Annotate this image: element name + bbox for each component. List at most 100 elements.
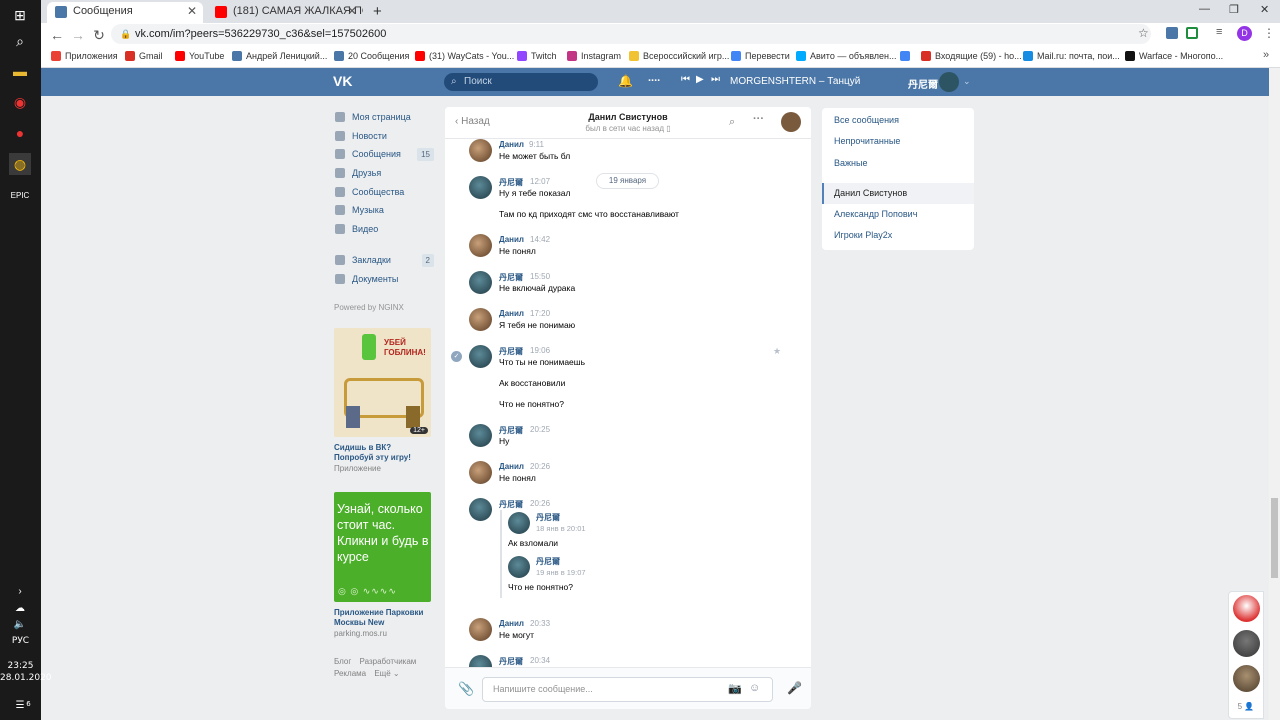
message-time[interactable]: 12:07 — [530, 177, 550, 186]
message-time[interactable]: 15:50 — [530, 272, 550, 281]
clock-time[interactable]: 23:25 — [0, 661, 41, 671]
close-window-icon[interactable]: ✕ — [1260, 3, 1269, 16]
nav-item-video[interactable]: Видео — [334, 220, 434, 239]
tab-messages[interactable]: Сообщения ✕ — [47, 2, 203, 23]
message-time[interactable]: 17:20 — [530, 309, 550, 318]
message-time[interactable]: 19:06 — [530, 346, 550, 355]
avatar[interactable] — [508, 512, 530, 534]
chat-item[interactable]: Александр Попович — [822, 204, 974, 225]
important-star-icon[interactable]: ★ — [773, 346, 781, 357]
message-block[interactable]: Данил 17:20 Я тебя не понимаю — [445, 308, 811, 338]
filter-all-messages[interactable]: Все сообщения — [822, 110, 974, 131]
header-avatar[interactable] — [939, 72, 959, 92]
forwarded-messages[interactable]: 丹尼爾 18 янв в 20:01 Ак взломали 丹尼爾 19 ян… — [500, 510, 700, 598]
extension-icon[interactable] — [1166, 27, 1178, 39]
profile-avatar[interactable]: D — [1237, 26, 1252, 41]
bookmark-item[interactable]: 20 Сообщения — [334, 50, 409, 63]
search-input[interactable]: ⌕ Поиск — [444, 73, 598, 91]
fast-chat-avatar[interactable] — [1233, 595, 1260, 622]
more-bookmarks-icon[interactable]: » — [1263, 49, 1269, 61]
message-time[interactable]: 20:25 — [530, 425, 550, 434]
nav-item-my-page[interactable]: Моя страница — [334, 108, 434, 127]
avatar[interactable] — [469, 308, 492, 331]
footer-more-link[interactable]: Ещё ⌄ — [374, 669, 399, 678]
message-author[interactable]: 丹尼爾 — [499, 425, 523, 436]
avatar[interactable] — [469, 498, 492, 521]
nav-item-documents[interactable]: Документы — [334, 270, 434, 289]
attach-paperclip-icon[interactable]: 📎 — [458, 681, 474, 697]
camera-icon[interactable]: 📷 — [728, 682, 742, 695]
player-dots[interactable]: .... — [648, 72, 660, 84]
ad-image[interactable]: Узнай, сколько стоит час. Кликни и будь … — [334, 492, 431, 602]
filter-important[interactable]: Важные — [822, 153, 974, 174]
ad-title[interactable]: Сидишь в ВК? Попробуй эту игру! — [334, 443, 431, 463]
message-block[interactable]: Данил 14:42 Не понял — [445, 234, 811, 264]
bookmark-item[interactable]: Twitch — [517, 50, 557, 63]
bookmark-item[interactable]: Авито — объявлен... — [796, 50, 897, 63]
bookmark-item[interactable]: Андрей Леницкий... — [232, 50, 327, 63]
forwarded-time[interactable]: 19 янв в 19:07 — [536, 568, 586, 577]
fast-chat-count[interactable]: 5 👤 — [1229, 702, 1263, 711]
nav-item-messages[interactable]: Сообщения 15 — [334, 145, 434, 164]
message-block[interactable]: 丹尼爾 20:25 Ну — [445, 424, 811, 454]
message-block[interactable]: Данил 20:33 Не могут — [445, 618, 811, 648]
extension-icon[interactable] — [1186, 27, 1198, 39]
bookmark-item[interactable]: Mail.ru: почта, пои... — [1023, 50, 1120, 63]
nav-item-bookmarks[interactable]: Закладки 2 — [334, 251, 434, 270]
powered-by-text[interactable]: Powered by NGINX — [334, 303, 404, 312]
footer-blog-link[interactable]: Блог — [334, 657, 351, 666]
scrollbar-thumb[interactable] — [1271, 498, 1278, 578]
ad-block-parking[interactable]: Узнай, сколько стоит час. Кликни и будь … — [334, 492, 431, 638]
play-icon[interactable]: ▶ — [696, 74, 704, 85]
maximize-icon[interactable]: ❐ — [1229, 3, 1239, 16]
volume-icon[interactable]: 🔈 — [9, 613, 31, 635]
message-block[interactable]: 丹尼爾 20:34 — [445, 655, 811, 667]
bookmark-item[interactable]: Instagram — [567, 50, 621, 63]
chat-item-selected[interactable]: Данил Свистунов — [822, 183, 974, 204]
bookmark-item[interactable]: YouTube — [175, 50, 224, 63]
microphone-icon[interactable]: 🎤 — [787, 681, 802, 695]
header-username[interactable]: 丹尼爾 — [908, 76, 938, 91]
message-time[interactable]: 20:33 — [530, 619, 550, 628]
search-icon[interactable]: ⌕ — [729, 116, 735, 129]
avatar[interactable] — [469, 345, 492, 368]
avatar[interactable] — [508, 556, 530, 578]
message-author[interactable]: 丹尼爾 — [499, 346, 523, 357]
forwarded-time[interactable]: 18 янв в 20:01 — [536, 524, 586, 533]
bookmark-item[interactable]: (31) WayCats - You... — [415, 50, 514, 63]
message-author[interactable]: 丹尼爾 — [499, 656, 523, 667]
chrome-icon[interactable]: ◍ — [9, 153, 31, 175]
bookmark-item[interactable]: Всероссийский игр... — [629, 50, 729, 63]
ad-title[interactable]: Приложение Парковки Москвы New — [334, 608, 431, 628]
address-bar[interactable]: 🔒 vk.com/im?peers=536229730_c36&sel=1575… — [111, 24, 1151, 44]
forwarded-author[interactable]: 丹尼爾 — [536, 512, 560, 523]
avatar[interactable] — [469, 176, 492, 199]
nav-item-friends[interactable]: Друзья — [334, 164, 434, 183]
epic-games-icon[interactable]: EPIC — [9, 184, 31, 206]
chevron-down-icon[interactable]: ⌄ — [963, 76, 971, 87]
back-icon[interactable]: ← — [48, 26, 66, 44]
bookmark-item[interactable]: Warface - Многопо... — [1125, 50, 1223, 63]
message-block[interactable]: 丹尼爾 15:50 Не включай дурака — [445, 271, 811, 301]
next-track-icon[interactable]: ⏭ — [711, 74, 720, 85]
message-time[interactable]: 20:34 — [530, 656, 550, 665]
select-check-icon[interactable]: ✓ — [451, 351, 462, 362]
bookmark-item[interactable]: Перевести — [731, 50, 790, 63]
avatar[interactable] — [469, 139, 492, 162]
avatar[interactable] — [469, 618, 492, 641]
message-author[interactable]: Данил — [499, 462, 524, 471]
ad-block-game[interactable]: УБЕЙ ГОБЛИНА! 12+ Сидишь в ВК? Попробуй … — [334, 328, 431, 473]
notifications-bell-icon[interactable]: 🔔 — [618, 74, 633, 88]
bookmark-item[interactable]: Gmail — [125, 50, 163, 63]
vk-logo-icon[interactable]: VK — [333, 73, 355, 89]
nav-item-communities[interactable]: Сообщества — [334, 183, 434, 202]
message-time[interactable]: 14:42 — [530, 235, 550, 244]
bookmark-item[interactable]: Входящие (59) - ho... — [921, 50, 1022, 63]
record-icon[interactable]: ● — [9, 122, 31, 144]
close-tab-icon[interactable]: ✕ — [187, 2, 197, 21]
fast-chat-avatar[interactable] — [1233, 630, 1260, 657]
search-icon[interactable]: ⌕ — [9, 30, 31, 52]
emoji-icon[interactable]: ☺ — [749, 682, 760, 694]
close-tab-icon[interactable]: ✕ — [347, 2, 357, 21]
nav-item-music[interactable]: Музыка — [334, 201, 434, 220]
